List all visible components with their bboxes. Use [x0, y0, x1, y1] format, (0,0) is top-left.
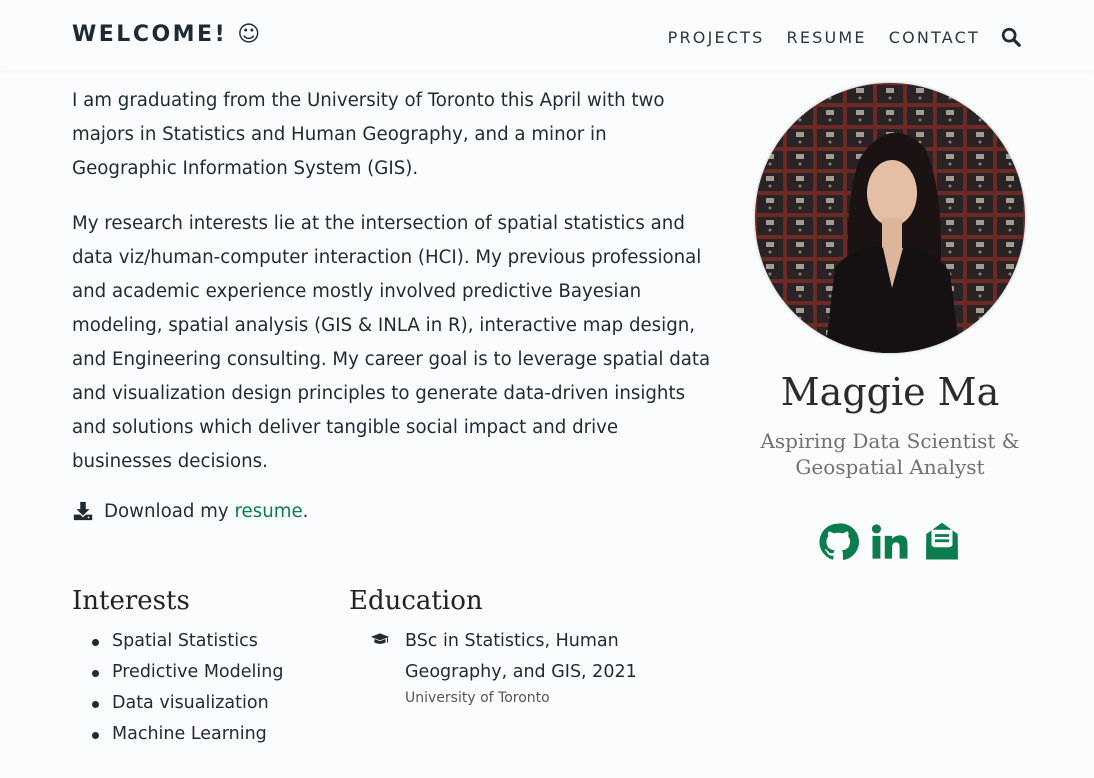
profile-name: Maggie Ma — [780, 370, 1000, 414]
envelope-open-text-icon[interactable] — [921, 520, 963, 564]
education-section: Education BSc in Statistics, Human Geogr… — [349, 586, 679, 706]
download-icon — [73, 501, 93, 521]
download-suffix: . — [302, 500, 309, 522]
social-links — [740, 520, 1040, 564]
interests-section: Interests Spatial Statistics Predictive … — [72, 586, 332, 750]
education-degree: BSc in Statistics, Human Geography, and … — [405, 631, 637, 682]
interest-item: Data visualization — [92, 688, 332, 719]
education-item: BSc in Statistics, Human Geography, and … — [367, 626, 679, 706]
bio-paragraph-2: My research interests lie at the interse… — [72, 213, 711, 472]
avatar — [755, 83, 1025, 353]
github-icon[interactable] — [817, 520, 859, 564]
navbar: WELCOME! ☺ PROJECTS RESUME CONTACT — [0, 0, 1094, 70]
download-resume: Download my resume. — [72, 500, 712, 522]
site-brand[interactable]: WELCOME! ☺ — [72, 22, 263, 47]
bio-section: I am graduating from the University of T… — [72, 84, 712, 522]
nav-link-contact[interactable]: CONTACT — [889, 28, 980, 47]
interest-item: Predictive Modeling — [92, 657, 332, 688]
interests-list: Spatial Statistics Predictive Modeling D… — [92, 626, 332, 750]
bio-paragraph-1: I am graduating from the University of T… — [72, 90, 665, 179]
nav-link-projects[interactable]: PROJECTS — [668, 28, 765, 47]
download-text: Download my — [104, 500, 235, 522]
interests-title: Interests — [72, 586, 190, 616]
education-title: Education — [349, 586, 483, 616]
profile-role: Aspiring Data Scientist & Geospatial Ana… — [760, 429, 1020, 479]
nav-links: PROJECTS RESUME CONTACT — [646, 26, 1022, 48]
interest-item: Spatial Statistics — [92, 626, 332, 657]
linkedin-icon[interactable] — [869, 520, 911, 564]
search-icon[interactable] — [1000, 26, 1022, 48]
education-school: University of Toronto — [405, 690, 550, 706]
graduation-cap-icon — [370, 633, 390, 644]
resume-link[interactable]: resume — [234, 501, 302, 522]
nav-link-resume[interactable]: RESUME — [787, 28, 867, 47]
interest-item: Machine Learning — [92, 719, 332, 750]
